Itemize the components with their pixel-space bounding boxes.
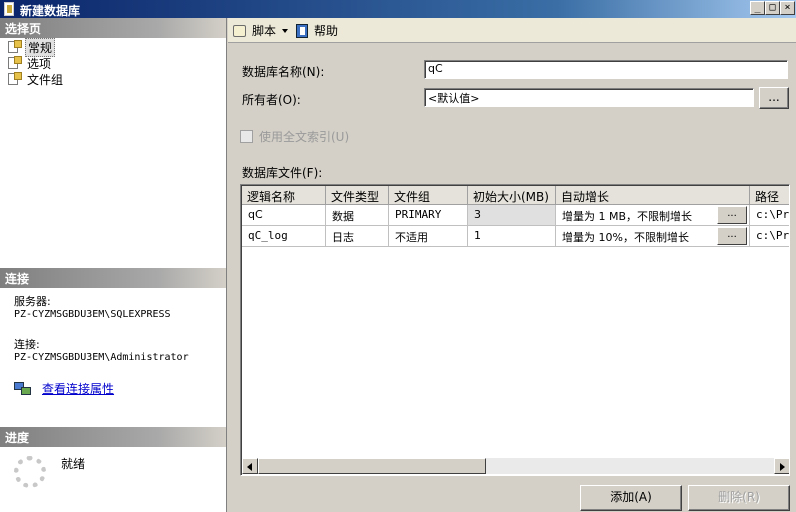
table-row[interactable]: qC 数据 PRIMARY 3 增量为 1 MB，不限制增长 ... c:\Pr… [242, 205, 789, 226]
checkbox-box[interactable] [240, 130, 253, 143]
scroll-right-button[interactable] [774, 458, 789, 474]
owner-browse-button[interactable]: ... [759, 87, 789, 109]
progress-spinner-icon [14, 456, 46, 488]
scroll-thumb[interactable] [258, 458, 486, 474]
database-files-label: 数据库文件(F): [242, 166, 323, 180]
remove-button[interactable]: 删除(R) [688, 485, 790, 511]
cell-autogrowth[interactable]: 增量为 1 MB，不限制增长 ... [556, 205, 750, 226]
cell-initial-size[interactable]: 3 [468, 205, 556, 226]
database-name-input[interactable]: qC [424, 60, 788, 79]
script-icon [232, 23, 248, 39]
autogrowth-browse-button[interactable]: ... [717, 227, 747, 245]
scroll-left-button[interactable] [242, 458, 258, 474]
page-icon [6, 56, 22, 70]
minimize-button[interactable]: _ [750, 1, 765, 15]
cell-autogrowth[interactable]: 增量为 10%，不限制增长 ... [556, 226, 750, 247]
grid-header-row: 逻辑名称 文件类型 文件组 初始大小(MB) 自动增长 路径 [242, 186, 789, 205]
owner-input[interactable]: <默认值> [424, 88, 754, 107]
server-label: 服务器: [14, 295, 51, 308]
view-connection-properties-link[interactable]: 查看连接属性 [42, 380, 114, 397]
nav-item-general[interactable]: 常规 [6, 37, 56, 57]
column-header-autogrowth[interactable]: 自动增长 [556, 186, 750, 205]
cell-file-type[interactable]: 日志 [326, 226, 389, 247]
cell-logical-name[interactable]: qC_log [242, 226, 326, 247]
fulltext-checkbox[interactable]: 使用全文索引(U) [240, 128, 349, 145]
add-button[interactable]: 添加(A) [580, 485, 682, 511]
page-icon [6, 72, 22, 86]
column-header-logical-name[interactable]: 逻辑名称 [242, 186, 326, 205]
cell-filegroup[interactable]: 不适用 [389, 226, 468, 247]
help-icon [294, 23, 310, 39]
arrow-left-icon [247, 463, 252, 471]
cell-file-type[interactable]: 数据 [326, 205, 389, 226]
database-files-grid[interactable]: 逻辑名称 文件类型 文件组 初始大小(MB) 自动增长 路径 qC 数据 PRI… [240, 184, 790, 476]
database-name-label: 数据库名称(N): [242, 65, 325, 79]
connection-label: 连接: [14, 338, 40, 351]
connection-header: 连接 [0, 268, 226, 288]
nav-item-label: 文件组 [27, 72, 64, 87]
window-titlebar: 新建数据库 _ □ × [0, 0, 796, 18]
progress-status: 就绪 [61, 457, 86, 471]
column-header-path[interactable]: 路径 [750, 186, 789, 205]
database-icon [4, 2, 14, 16]
column-header-file-type[interactable]: 文件类型 [326, 186, 389, 205]
toolbar: 脚本 帮助 [228, 18, 796, 43]
cell-logical-name[interactable]: qC [242, 205, 326, 226]
connection-value: PZ-CYZMSGBDU3EM\Administrator [14, 352, 189, 363]
column-header-initial-size[interactable]: 初始大小(MB) [468, 186, 556, 205]
autogrowth-browse-button[interactable]: ... [717, 206, 747, 224]
maximize-button[interactable]: □ [765, 1, 780, 15]
horizontal-scrollbar[interactable] [242, 458, 789, 474]
close-button[interactable]: × [780, 1, 795, 15]
autogrowth-text: 增量为 10%，不限制增长 [562, 231, 689, 244]
column-header-filegroup[interactable]: 文件组 [389, 186, 468, 205]
select-page-header: 选择页 [0, 18, 226, 38]
nav-item-label: 选项 [27, 56, 52, 71]
chevron-down-icon[interactable] [282, 28, 289, 33]
server-value: PZ-CYZMSGBDU3EM\SQLEXPRESS [14, 309, 171, 320]
fulltext-label: 使用全文索引(U) [259, 130, 350, 144]
page-icon [6, 40, 22, 54]
arrow-right-icon [780, 463, 785, 471]
right-pane: 脚本 帮助 数据库名称(N): qC 所有者(O): <默认值> ... 使用全… [228, 18, 796, 512]
table-row[interactable]: qC_log 日志 不适用 1 增量为 10%，不限制增长 ... c:\Pro [242, 226, 789, 247]
script-button[interactable]: 脚本 [232, 22, 289, 39]
script-label: 脚本 [252, 24, 277, 38]
nav-item-filegroups[interactable]: 文件组 [6, 71, 65, 87]
cell-path[interactable]: c:\Pro [750, 205, 789, 226]
left-pane: 选择页 常规 选项 文件组 连接 服务器: PZ-CYZMSGBDU3EM\SQ… [0, 18, 227, 512]
autogrowth-text: 增量为 1 MB，不限制增长 [562, 210, 693, 223]
cell-path[interactable]: c:\Pro [750, 226, 789, 247]
window-title: 新建数据库 [20, 4, 81, 18]
help-label: 帮助 [314, 24, 339, 38]
help-button[interactable]: 帮助 [294, 22, 338, 39]
progress-header: 进度 [0, 427, 226, 447]
owner-label: 所有者(O): [242, 93, 301, 107]
cell-initial-size[interactable]: 1 [468, 226, 556, 247]
cell-filegroup[interactable]: PRIMARY [389, 205, 468, 226]
connection-properties-icon [14, 382, 32, 396]
nav-item-options[interactable]: 选项 [6, 55, 53, 71]
